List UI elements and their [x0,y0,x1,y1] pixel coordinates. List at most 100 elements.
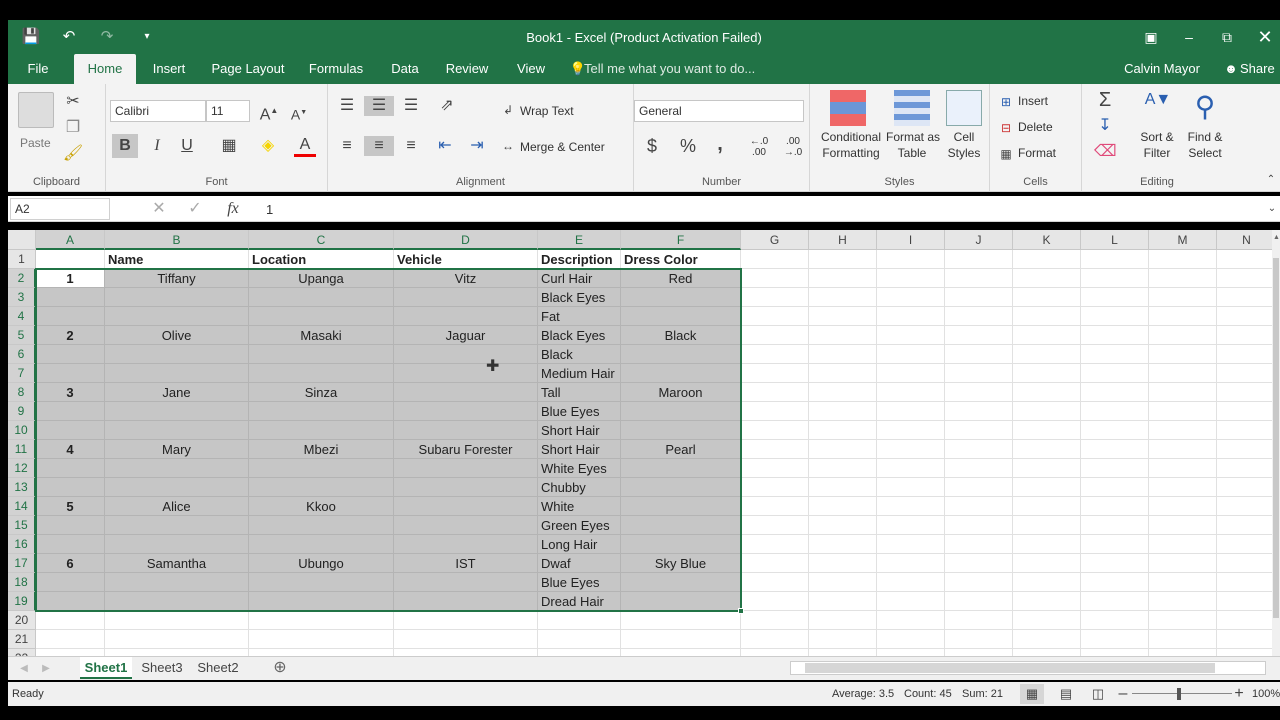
cell-c10[interactable] [249,421,394,440]
cell-c3[interactable] [249,288,394,307]
cell-c16[interactable] [249,535,394,554]
cell-b19[interactable] [105,592,249,611]
format-as-table-label-2[interactable]: Table [886,146,938,160]
row-header-18[interactable]: 18 [8,573,36,592]
copy-icon[interactable]: ❐ [62,118,84,138]
delete-cells-icon[interactable]: ⊟ [998,118,1014,138]
horizontal-scroll-thumb[interactable] [805,663,1215,673]
cell-i2[interactable] [877,269,945,288]
row-header-3[interactable]: 3 [8,288,36,307]
cell-l9[interactable] [1081,402,1149,421]
cell-k19[interactable] [1013,592,1081,611]
cell-g19[interactable] [741,592,809,611]
cell-h16[interactable] [809,535,877,554]
cell-g18[interactable] [741,573,809,592]
cell-g16[interactable] [741,535,809,554]
cell-l13[interactable] [1081,478,1149,497]
wrap-text-button[interactable]: Wrap Text [520,104,574,118]
cell-n18[interactable] [1217,573,1272,592]
scroll-up-icon[interactable]: ▲ [1273,234,1280,241]
merge-center-button[interactable]: Merge & Center [520,140,605,154]
cell-h1[interactable] [809,250,877,269]
autosum-button[interactable]: Σ [1094,90,1116,110]
font-color-button[interactable]: A [294,136,316,157]
cell-e8[interactable]: Tall [538,383,621,402]
vertical-scroll-thumb[interactable] [1273,258,1279,618]
expand-formula-icon[interactable]: ⌄ [1266,199,1278,219]
user-name[interactable]: Calvin Mayor [1118,54,1206,84]
cell-d18[interactable] [394,573,538,592]
row-header-19[interactable]: 19 [8,592,36,611]
cell-j18[interactable] [945,573,1013,592]
cell-f18[interactable] [621,573,741,592]
cell-m5[interactable] [1149,326,1217,345]
sheet-tab-sheet2[interactable]: Sheet2 [192,657,244,679]
cell-b17[interactable]: Samantha [105,554,249,573]
cell-i18[interactable] [877,573,945,592]
cell-c2[interactable]: Upanga [249,269,394,288]
cell-l5[interactable] [1081,326,1149,345]
row-header-8[interactable]: 8 [8,383,36,402]
new-sheet-icon[interactable]: ⊕ [270,658,290,678]
cell-k13[interactable] [1013,478,1081,497]
cell-a6[interactable] [36,345,105,364]
cell-i10[interactable] [877,421,945,440]
cell-j3[interactable] [945,288,1013,307]
cell-d3[interactable] [394,288,538,307]
column-header-i[interactable]: I [877,230,945,250]
cell-i15[interactable] [877,516,945,535]
column-header-h[interactable]: H [809,230,877,250]
cell-h4[interactable] [809,307,877,326]
row-header-10[interactable]: 10 [8,421,36,440]
zoom-level[interactable]: 100% [1252,688,1280,700]
cell-c18[interactable] [249,573,394,592]
cell-k4[interactable] [1013,307,1081,326]
row-header-1[interactable]: 1 [8,250,36,269]
cell-m3[interactable] [1149,288,1217,307]
cell-a16[interactable] [36,535,105,554]
cell-h22[interactable] [809,649,877,656]
middle-align-icon[interactable]: ☰ [364,96,394,116]
cell-l2[interactable] [1081,269,1149,288]
cell-d7[interactable] [394,364,538,383]
cell-m4[interactable] [1149,307,1217,326]
formula-input[interactable]: 1 [266,202,273,217]
cell-b8[interactable]: Jane [105,383,249,402]
cell-j5[interactable] [945,326,1013,345]
cell-e9[interactable]: Blue Eyes [538,402,621,421]
cell-e22[interactable] [538,649,621,656]
cell-a7[interactable] [36,364,105,383]
font-name-select[interactable]: Calibri [110,100,206,122]
sort-filter-label-1[interactable]: Sort & [1132,130,1182,144]
cell-m17[interactable] [1149,554,1217,573]
tab-insert[interactable]: Insert [146,54,192,84]
column-header-a[interactable]: A [36,230,105,250]
row-header-17[interactable]: 17 [8,554,36,573]
row-header-7[interactable]: 7 [8,364,36,383]
cell-g3[interactable] [741,288,809,307]
cell-k10[interactable] [1013,421,1081,440]
cell-d16[interactable] [394,535,538,554]
cell-k8[interactable] [1013,383,1081,402]
cell-l6[interactable] [1081,345,1149,364]
cell-i11[interactable] [877,440,945,459]
cell-b20[interactable] [105,611,249,630]
cell-f8[interactable]: Maroon [621,383,741,402]
cell-i19[interactable] [877,592,945,611]
cell-f11[interactable]: Pearl [621,440,741,459]
conditional-formatting-label-1[interactable]: Conditional [814,130,888,144]
cell-i16[interactable] [877,535,945,554]
conditional-formatting-icon[interactable] [830,90,866,126]
increase-indent-icon[interactable]: ⇥ [464,136,490,156]
cell-f6[interactable] [621,345,741,364]
cell-h9[interactable] [809,402,877,421]
cut-icon[interactable]: ✂ [62,92,84,112]
insert-cells-button[interactable]: Insert [1018,94,1048,108]
cell-n16[interactable] [1217,535,1272,554]
cell-e3[interactable]: Black Eyes [538,288,621,307]
tell-me-input[interactable]: Tell me what you want to do... [584,54,764,84]
cell-k15[interactable] [1013,516,1081,535]
cell-f20[interactable] [621,611,741,630]
minimize-icon[interactable]: – [1174,26,1204,48]
cell-h20[interactable] [809,611,877,630]
